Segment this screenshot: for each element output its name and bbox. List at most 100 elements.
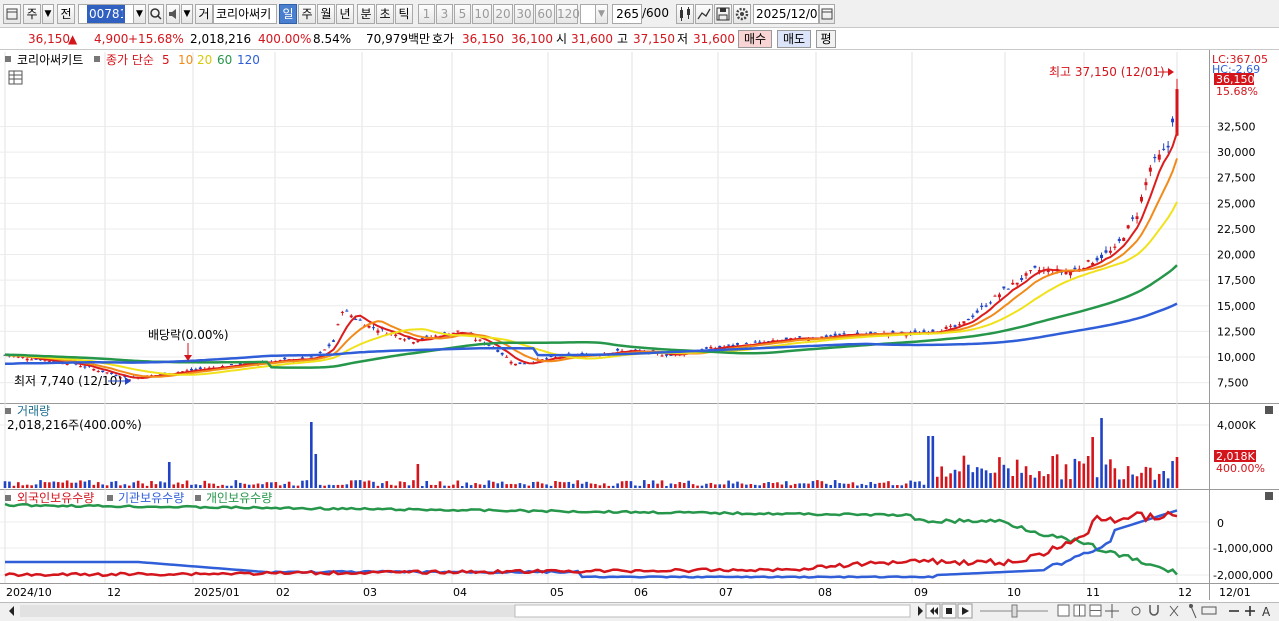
table-toggle-icon[interactable]: [8, 70, 23, 85]
interval-60[interactable]: 60: [535, 4, 555, 24]
custom-interval-dropdown-icon[interactable]: ▼: [595, 4, 608, 24]
sell-button[interactable]: 매도: [777, 30, 811, 48]
volume-bar: [509, 483, 513, 488]
scroll-thumb[interactable]: [514, 604, 911, 618]
candle-type-icon[interactable]: [676, 4, 694, 24]
svg-text:최저 7,740 (12/10): 최저 7,740 (12/10): [14, 374, 122, 388]
candle-body: [962, 321, 966, 324]
stock-code-input[interactable]: [87, 5, 125, 23]
candle-body: [1144, 182, 1148, 186]
date-axis-label: 2025/01: [194, 586, 240, 599]
candle-body: [829, 335, 833, 337]
candle-body: [522, 363, 526, 365]
candle-body: [758, 341, 762, 343]
avg-button[interactable]: 평: [816, 30, 836, 48]
candle-body: [96, 371, 100, 373]
candle-body: [913, 330, 917, 333]
layout-grid-icon[interactable]: [1089, 604, 1102, 617]
tab-period-year[interactable]: 년: [336, 4, 354, 24]
tab-period-month[interactable]: 월: [317, 4, 335, 24]
volume-bar: [753, 484, 757, 488]
interval-120[interactable]: 120: [556, 4, 580, 24]
rewind-icon[interactable]: [925, 603, 941, 619]
font-size-icon[interactable]: A: [1262, 605, 1271, 619]
volume-bar: [811, 481, 815, 488]
holding-legend: 외국인보유수량 기관보유수량 개인보유수량: [5, 491, 272, 505]
volume-bar: [176, 482, 180, 488]
quote-bar: 36,150 ▲ 4,900 +15.68% 2,018,216 400.00%…: [0, 28, 1279, 50]
svg-text:배당락(0.00%): 배당락(0.00%): [148, 328, 229, 342]
draw-tool-icon[interactable]: [695, 4, 713, 24]
stock-name-field[interactable]: 코리아써키: [213, 4, 277, 24]
candle-body: [30, 359, 34, 361]
period-type-button[interactable]: 주: [23, 4, 41, 24]
volume-bar: [438, 481, 442, 488]
interval-10[interactable]: 10: [472, 4, 492, 24]
volume-panel-close-icon[interactable]: [1265, 406, 1273, 414]
volume-bar: [625, 480, 628, 488]
stock-chart[interactable]: 코리아써키트 종가 단순 5 10 20 60 120 거래량 2,018,21…: [0, 50, 1279, 621]
legend-institution: 기관보유수량: [118, 491, 184, 505]
interval-1[interactable]: 1: [418, 4, 435, 24]
search-icon[interactable]: [148, 4, 164, 24]
exchange-button[interactable]: 거: [195, 4, 213, 24]
volume-bar: [576, 480, 579, 488]
volume-bar: [465, 482, 468, 488]
volume-bar: [736, 481, 739, 488]
code-dropdown-icon[interactable]: ▼: [133, 4, 146, 24]
volume-bar: [900, 485, 904, 488]
volume-bar: [1100, 418, 1103, 488]
candle-body: [1175, 89, 1179, 136]
volume-bar: [238, 482, 242, 488]
date-field[interactable]: 2025/12/01: [753, 4, 825, 24]
legend-stock-name: 코리아써키트: [17, 53, 83, 67]
volume-bar: [1033, 477, 1037, 488]
interval-20[interactable]: 20: [493, 4, 513, 24]
volume-bar: [323, 485, 326, 488]
candle-body: [398, 338, 402, 340]
candle-body: [744, 342, 748, 344]
volume-bar: [1135, 476, 1139, 488]
legend-individual: 개인보유수량: [206, 491, 272, 505]
interval-30[interactable]: 30: [514, 4, 534, 24]
candle-body: [753, 341, 757, 343]
tab-period-second[interactable]: 초: [376, 4, 394, 24]
date-axis-label: 12/01: [1219, 586, 1251, 599]
price-axis-tick: 22,500: [1217, 223, 1256, 236]
volume-bar: [1002, 464, 1006, 488]
volume-bar: [607, 485, 611, 488]
stop-icon[interactable]: [941, 603, 957, 619]
holding-panel-close-icon[interactable]: [1265, 492, 1273, 500]
interval-5[interactable]: 5: [454, 4, 471, 24]
tab-period-minute[interactable]: 분: [357, 4, 375, 24]
volume-bar: [150, 481, 153, 488]
calendar-icon[interactable]: [819, 4, 835, 24]
tab-period-week[interactable]: 주: [298, 4, 316, 24]
prev-button[interactable]: 전: [57, 4, 75, 24]
candle-body: [1153, 156, 1157, 159]
bar-count-input[interactable]: 265: [612, 4, 642, 24]
layout-double-icon[interactable]: [1073, 604, 1086, 617]
volume-bar: [554, 480, 557, 488]
play-icon[interactable]: [957, 603, 973, 619]
layout-icon[interactable]: [3, 4, 21, 24]
stock-code-field[interactable]: [78, 4, 134, 24]
speaker-dropdown-icon[interactable]: ▼: [181, 4, 193, 24]
volume-bar: [1126, 466, 1130, 488]
volume-bar: [949, 473, 952, 488]
volume-bar: [567, 481, 571, 488]
volume-bar: [452, 484, 455, 488]
svg-text:최고 37,150 (12/01): 최고 37,150 (12/01): [1049, 65, 1165, 79]
save-icon[interactable]: [714, 4, 732, 24]
interval-3[interactable]: 3: [436, 4, 453, 24]
tab-period-tick[interactable]: 틱: [395, 4, 413, 24]
buy-button[interactable]: 매수: [738, 30, 772, 48]
volume-bar: [416, 464, 420, 488]
speaker-icon[interactable]: [166, 4, 180, 24]
tab-period-day[interactable]: 일: [279, 4, 297, 24]
period-dropdown-icon[interactable]: ▼: [42, 4, 54, 24]
volume-bar: [935, 476, 939, 488]
volume-bar: [496, 483, 500, 488]
gear-icon[interactable]: [733, 4, 751, 24]
layout-single-icon[interactable]: [1057, 604, 1070, 617]
